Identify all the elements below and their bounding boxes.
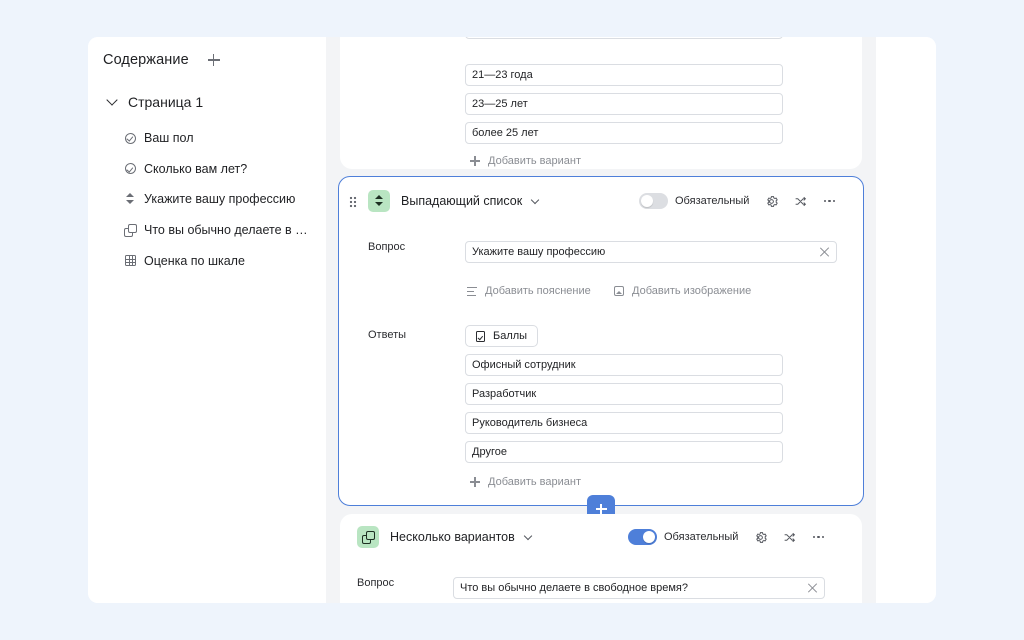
question-text-input[interactable]: Укажите вашу профессию [465,241,837,263]
multi-choice-icon [124,224,137,237]
shuffle-icon[interactable] [782,530,796,544]
question-type-label: Выпадающий список [401,194,523,208]
settings-gear-icon[interactable] [753,530,767,544]
sidebar-item-label: Оценка по шкале [144,253,245,268]
sidebar-item-age[interactable]: Сколько вам лет? [124,154,310,185]
more-options-icon[interactable] [811,530,825,544]
sidebar-title: Содержание [103,52,189,68]
chevron-down-icon [523,531,533,540]
question-type-badge [357,526,379,548]
add-option-label: Добавить вариант [488,155,582,167]
sidebar-item-gender[interactable]: Ваш пол [124,123,310,154]
dropdown-icon [126,193,134,205]
add-image-button[interactable]: Добавить изображение [614,285,751,297]
answer-option-field[interactable]: более 25 лет [465,122,783,144]
question-text-value: Укажите вашу профессию [472,246,606,258]
drag-handle-icon[interactable] [349,196,357,208]
dropdown-icon [375,195,383,207]
sidebar-item-free-time[interactable]: Что вы обычно делаете в св... [124,215,310,246]
scores-button[interactable]: Баллы [465,325,539,347]
question-type-selector[interactable]: Выпадающий список [368,190,540,212]
add-image-label: Добавить изображение [632,285,752,297]
scores-label: Баллы [493,330,528,342]
question-field-label: Вопрос [357,577,395,589]
sidebar-item-profession[interactable]: Укажите вашу профессию [124,184,310,215]
text-lines-icon [467,286,477,296]
required-toggle[interactable] [628,529,657,545]
question-type-selector[interactable]: Несколько вариантов [357,526,533,548]
plus-icon [595,503,607,515]
add-page-plus-icon[interactable] [207,53,221,67]
check-circle-icon [124,163,136,175]
answer-option-field[interactable]: 23—25 лет [465,93,783,115]
survey-editor-window: Содержание Страница 1 Ваш пол Сколько ва… [88,37,936,603]
more-options-icon[interactable] [822,194,836,208]
question-toolbar: Обязательный [639,193,836,209]
plus-icon [470,156,480,166]
sidebar-item-label: Сколько вам лет? [144,161,248,176]
plus-icon [470,477,480,487]
sidebar-item-label: Укажите вашу профессию [144,192,296,207]
question-type-badge [368,190,390,212]
add-option-label: Добавить вариант [488,476,582,488]
sidebar-header: Содержание [103,52,221,68]
required-toggle[interactable] [639,193,668,209]
sidebar-question-list: Ваш пол Сколько вам лет? Укажите вашу пр… [124,123,310,276]
question-card-profession[interactable]: Выпадающий список Обязательный Вопрос Ук… [338,176,864,506]
editor-canvas[interactable]: 21—23 года 23—25 лет более 25 лет Добави… [326,37,876,603]
clear-icon[interactable] [820,247,830,257]
answer-option-field[interactable]: Разработчик [465,383,783,405]
sidebar-item-label: Что вы обычно делаете в св... [144,223,310,238]
sidebar-item-label: Ваш пол [144,131,194,146]
clear-icon[interactable] [808,583,818,593]
chevron-down-icon [530,195,540,204]
sidebar-page-toggle[interactable]: Страница 1 [106,94,204,110]
add-option-button[interactable]: Добавить вариант [470,476,581,488]
answer-option-field[interactable] [465,37,783,39]
question-text-value: Что вы обычно делаете в свободное время? [460,582,688,594]
document-check-icon [476,330,485,342]
answer-option-field[interactable]: Руководитель бизнеса [465,412,783,434]
question-toolbar: Обязательный [628,529,825,545]
question-card-age: 21—23 года 23—25 лет более 25 лет Добави… [340,37,862,169]
answer-option-field[interactable]: Офисный сотрудник [465,354,783,376]
multi-choice-icon [362,531,375,544]
sidebar-page-label: Страница 1 [128,94,204,110]
chevron-down-icon [106,94,118,106]
add-description-button[interactable]: Добавить пояснение [467,285,591,297]
grid-icon [124,255,136,267]
required-label: Обязательный [664,531,739,543]
sidebar-item-scale[interactable]: Оценка по шкале [124,245,310,276]
check-circle-icon [124,132,136,144]
question-text-input[interactable]: Что вы обычно делаете в свободное время? [453,577,825,599]
shuffle-icon[interactable] [793,194,807,208]
add-option-button[interactable]: Добавить вариант [470,155,581,167]
contents-sidebar: Содержание Страница 1 Ваш пол Сколько ва… [88,37,326,603]
answer-option-field[interactable]: Другое [465,441,783,463]
question-field-label: Вопрос [368,241,406,253]
question-type-label: Несколько вариантов [390,530,515,544]
question-card-free-time[interactable]: Несколько вариантов Обязательный Вопрос … [340,514,862,603]
required-label: Обязательный [675,195,750,207]
answer-option-field[interactable]: 21—23 года [465,64,783,86]
answers-field-label: Ответы [368,329,407,341]
right-panel [876,37,936,603]
add-description-label: Добавить пояснение [485,285,591,297]
settings-gear-icon[interactable] [764,194,778,208]
image-icon [614,286,624,296]
